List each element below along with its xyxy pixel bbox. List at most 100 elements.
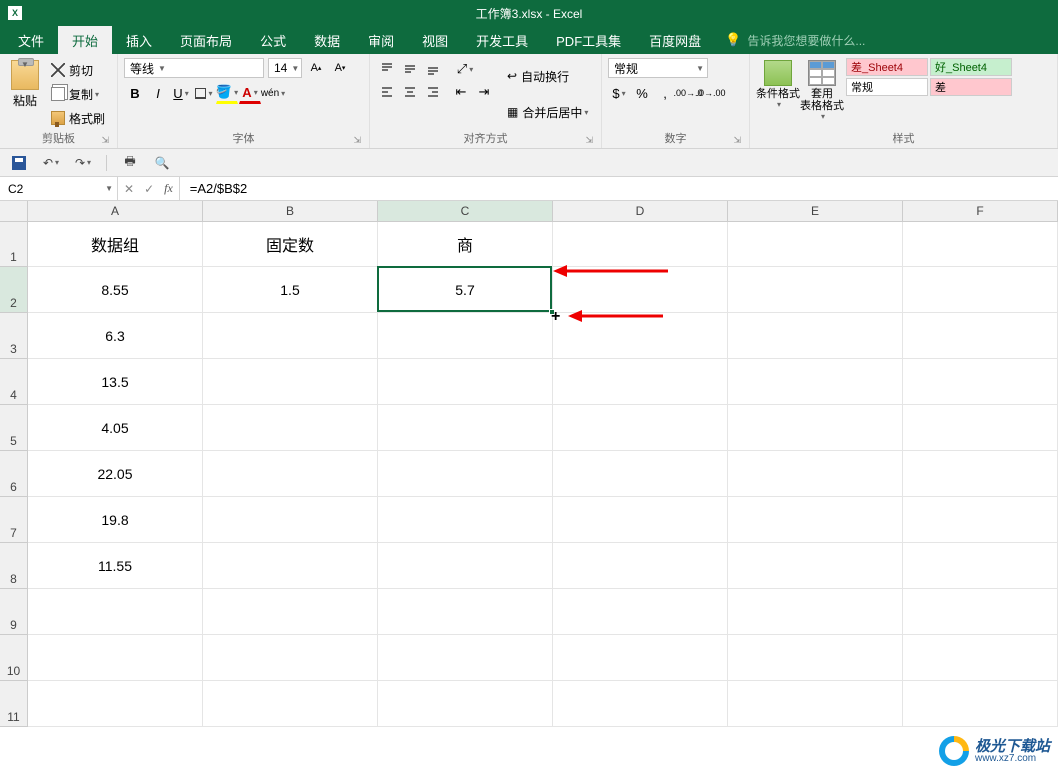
row-header-7[interactable]: 7 (0, 497, 27, 543)
cancel-formula-button[interactable]: ✕ (124, 182, 134, 196)
cell-A6[interactable]: 22.05 (28, 451, 203, 497)
cell-D11[interactable] (553, 681, 728, 727)
cells-area[interactable]: 数据组固定数商8.551.55.76.313.54.0522.0519.811.… (28, 222, 1058, 727)
col-header-D[interactable]: D (553, 201, 728, 221)
cell-D8[interactable] (553, 543, 728, 589)
align-left-button[interactable] (376, 81, 398, 103)
align-bottom-button[interactable] (422, 58, 444, 80)
tab-review[interactable]: 审阅 (354, 26, 408, 54)
redo-button[interactable]: ↷▾ (74, 154, 92, 172)
cell-E8[interactable] (728, 543, 903, 589)
cell-B9[interactable] (203, 589, 378, 635)
cell-D7[interactable] (553, 497, 728, 543)
merge-center-button[interactable]: ▦合并后居中▾ (503, 102, 592, 123)
cell-E9[interactable] (728, 589, 903, 635)
conditional-format-button[interactable]: 条件格式 ▾ (756, 58, 800, 130)
wrap-text-button[interactable]: ↩自动换行 (503, 66, 592, 87)
cell-C8[interactable] (378, 543, 553, 589)
bold-button[interactable]: B (124, 82, 146, 104)
currency-button[interactable]: $▾ (608, 82, 630, 104)
row-header-9[interactable]: 9 (0, 589, 27, 635)
cell-B7[interactable] (203, 497, 378, 543)
cell-F8[interactable] (903, 543, 1058, 589)
tab-layout[interactable]: 页面布局 (166, 26, 246, 54)
qat-print-button[interactable]: 🖶 (121, 154, 139, 172)
cell-A4[interactable]: 13.5 (28, 359, 203, 405)
cell-F7[interactable] (903, 497, 1058, 543)
tab-home[interactable]: 开始 (58, 26, 112, 54)
cell-B2[interactable]: 1.5 (203, 267, 378, 313)
dialog-launcher-icon[interactable]: ⇲ (353, 135, 361, 146)
paste-button[interactable]: 粘贴 ▼ (6, 58, 44, 130)
cell-F5[interactable] (903, 405, 1058, 451)
tell-me[interactable]: 💡 告诉我您想要做什么... (715, 26, 875, 54)
cell-E3[interactable] (728, 313, 903, 359)
cell-A3[interactable]: 6.3 (28, 313, 203, 359)
tab-pdf[interactable]: PDF工具集 (542, 26, 635, 54)
cell-F4[interactable] (903, 359, 1058, 405)
cell-F9[interactable] (903, 589, 1058, 635)
phonetic-button[interactable]: wén▾ (262, 82, 284, 104)
cell-C3[interactable] (378, 313, 553, 359)
cell-A5[interactable]: 4.05 (28, 405, 203, 451)
row-header-5[interactable]: 5 (0, 405, 27, 451)
border-button[interactable]: ▾ (193, 82, 215, 104)
orientation-button[interactable]: ⤢▾ (450, 58, 480, 80)
cell-E1[interactable] (728, 222, 903, 267)
increase-font-button[interactable]: A▴ (306, 58, 326, 78)
tab-insert[interactable]: 插入 (112, 26, 166, 54)
tab-dev[interactable]: 开发工具 (462, 26, 542, 54)
qat-preview-button[interactable]: 🔍 (153, 154, 171, 172)
tab-view[interactable]: 视图 (408, 26, 462, 54)
cell-E4[interactable] (728, 359, 903, 405)
cell-D10[interactable] (553, 635, 728, 681)
cell-F11[interactable] (903, 681, 1058, 727)
row-header-8[interactable]: 8 (0, 543, 27, 589)
cell-E6[interactable] (728, 451, 903, 497)
cut-button[interactable]: 剪切 (48, 61, 108, 80)
cell-C9[interactable] (378, 589, 553, 635)
cell-E7[interactable] (728, 497, 903, 543)
cell-B3[interactable] (203, 313, 378, 359)
decrease-decimal-button[interactable]: .0→.00 (700, 82, 722, 104)
cell-A1[interactable]: 数据组 (28, 222, 203, 267)
dialog-launcher-icon[interactable]: ⇲ (101, 135, 109, 146)
decrease-indent-button[interactable]: ⇤ (450, 81, 472, 103)
cell-B8[interactable] (203, 543, 378, 589)
tab-formulas[interactable]: 公式 (246, 26, 300, 54)
cell-A7[interactable]: 19.8 (28, 497, 203, 543)
cell-D4[interactable] (553, 359, 728, 405)
cell-D9[interactable] (553, 589, 728, 635)
col-header-A[interactable]: A (28, 201, 203, 221)
cell-B11[interactable] (203, 681, 378, 727)
cell-C4[interactable] (378, 359, 553, 405)
row-header-6[interactable]: 6 (0, 451, 27, 497)
cell-E10[interactable] (728, 635, 903, 681)
decrease-font-button[interactable]: A▾ (330, 58, 350, 78)
cell-A8[interactable]: 11.55 (28, 543, 203, 589)
style-bad[interactable]: 差_Sheet4 (846, 58, 928, 76)
tab-file[interactable]: 文件 (4, 26, 58, 54)
cell-D2[interactable] (553, 267, 728, 313)
cell-B6[interactable] (203, 451, 378, 497)
cell-F6[interactable] (903, 451, 1058, 497)
cell-C10[interactable] (378, 635, 553, 681)
percent-button[interactable]: % (631, 82, 653, 104)
cell-F1[interactable] (903, 222, 1058, 267)
cell-C6[interactable] (378, 451, 553, 497)
fx-button[interactable]: fx (164, 181, 173, 196)
select-all-corner[interactable] (0, 201, 28, 222)
cell-E5[interactable] (728, 405, 903, 451)
col-header-E[interactable]: E (728, 201, 903, 221)
col-header-B[interactable]: B (203, 201, 378, 221)
col-header-F[interactable]: F (903, 201, 1058, 221)
cell-B10[interactable] (203, 635, 378, 681)
style-diff[interactable]: 差 (930, 78, 1012, 96)
cell-C1[interactable]: 商 (378, 222, 553, 267)
cell-C2[interactable]: 5.7 (378, 267, 553, 313)
row-header-10[interactable]: 10 (0, 635, 27, 681)
spreadsheet-grid[interactable]: ABCDEF 1234567891011 数据组固定数商8.551.55.76.… (0, 201, 1058, 771)
fill-color-button[interactable]: 🪣▾ (216, 82, 238, 104)
underline-button[interactable]: U▾ (170, 82, 192, 104)
cell-B4[interactable] (203, 359, 378, 405)
